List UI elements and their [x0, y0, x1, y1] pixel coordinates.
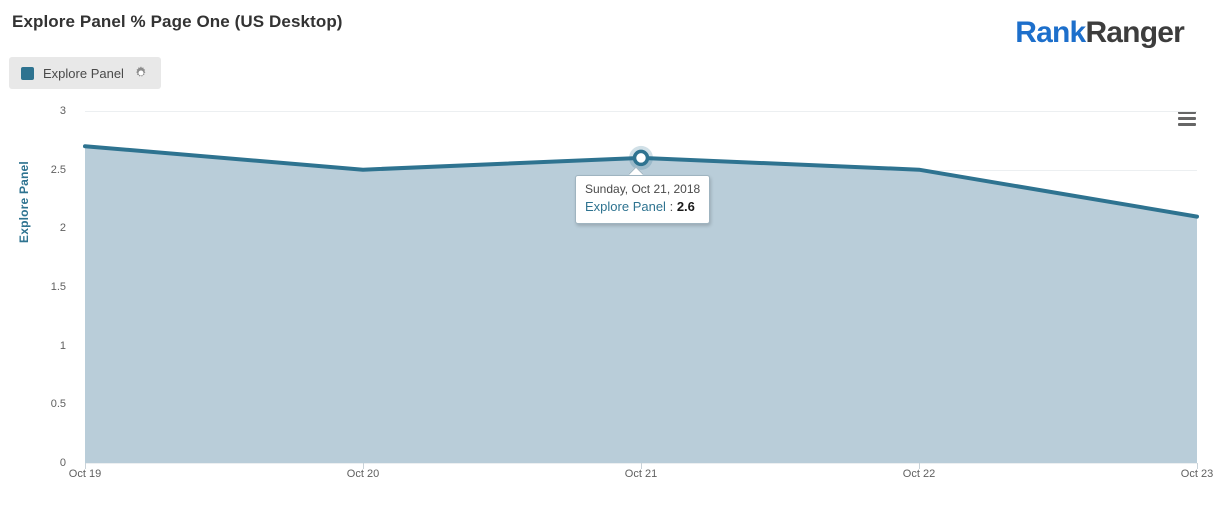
tooltip: Sunday, Oct 21, 2018 Explore Panel : 2.6: [575, 175, 710, 224]
tooltip-value: 2.6: [677, 199, 695, 214]
page-title: Explore Panel % Page One (US Desktop): [12, 12, 343, 32]
gear-icon[interactable]: [134, 66, 148, 80]
plot-area: [0, 95, 1222, 511]
tooltip-separator: :: [670, 199, 674, 214]
legend-color-swatch: [21, 67, 34, 80]
brand-logo-ranger: Ranger: [1085, 16, 1184, 49]
brand-logo: RankRanger: [1015, 16, 1184, 50]
legend-item-explore-panel[interactable]: Explore Panel: [9, 57, 161, 89]
x-axis-tick-label: Oct 22: [903, 468, 935, 480]
legend-label: Explore Panel: [43, 66, 124, 81]
chart-container: 00.511.522.53 Explore Panel Oct 19Oct 20…: [0, 95, 1222, 511]
tooltip-value-row: Explore Panel : 2.6: [585, 198, 700, 216]
tooltip-date: Sunday, Oct 21, 2018: [585, 182, 700, 197]
x-axis-tick-label: Oct 21: [625, 468, 657, 480]
x-axis-tick-label: Oct 19: [69, 468, 101, 480]
x-axis-tick-label: Oct 20: [347, 468, 379, 480]
brand-logo-rank: Rank: [1015, 16, 1085, 49]
tooltip-series-name: Explore Panel: [585, 199, 666, 214]
x-axis-tick-label: Oct 23: [1181, 468, 1213, 480]
